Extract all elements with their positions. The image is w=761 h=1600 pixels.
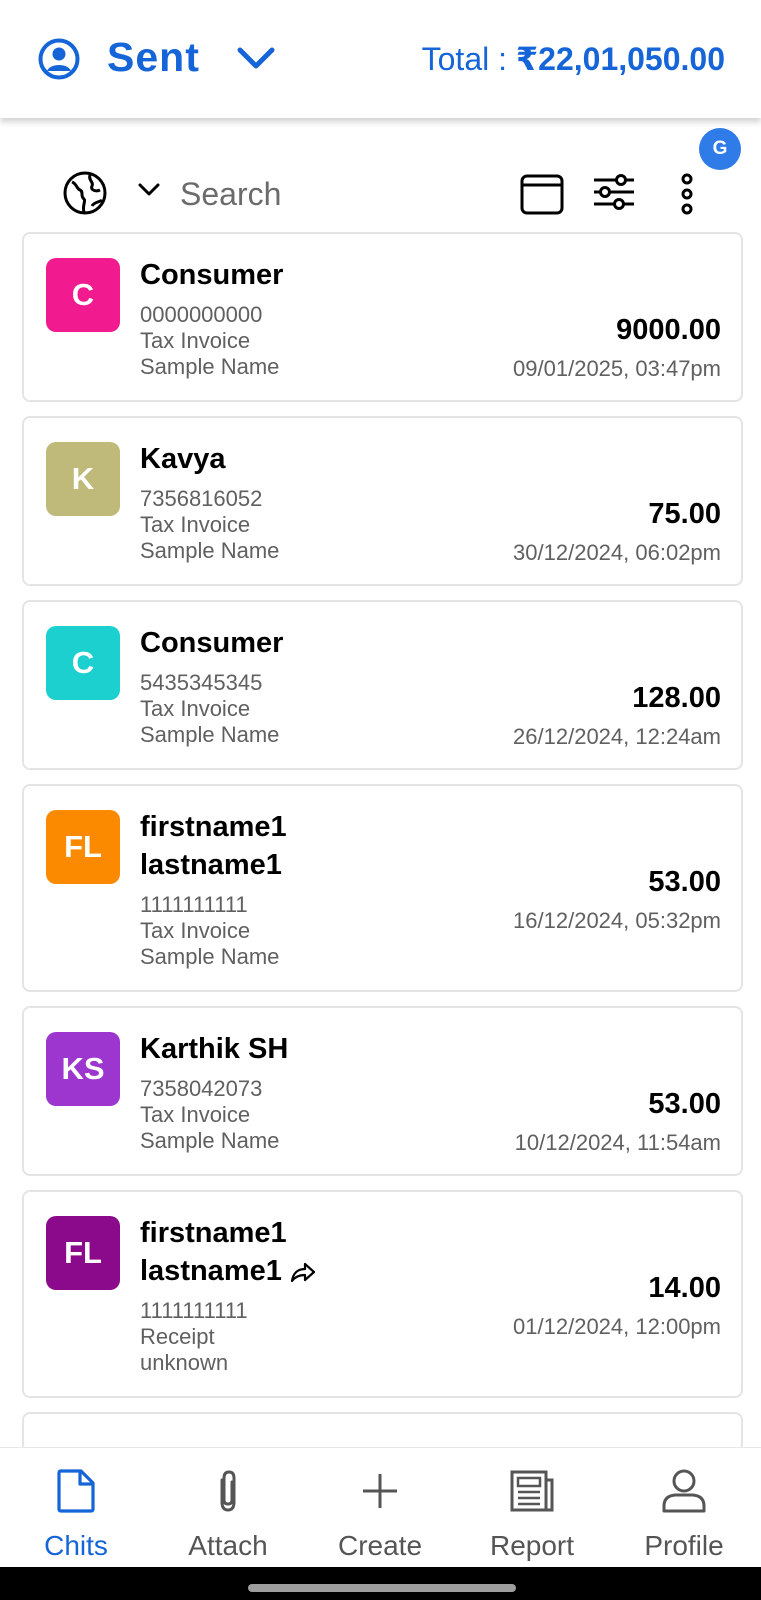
contact-name: firstname1 lastname1 [140, 1214, 370, 1290]
calendar-icon[interactable] [519, 170, 565, 216]
chevron-down-icon[interactable] [236, 44, 276, 72]
invoice-datetime: 09/01/2025, 03:47pm [513, 356, 721, 381]
invoice-amount: 53.00 [648, 1088, 721, 1120]
filter-sliders-icon[interactable] [592, 172, 636, 212]
invoice-card[interactable]: K Kavya 7356816052 Tax Invoice Sample Na… [22, 416, 743, 586]
reference-name: Sample Name [140, 1128, 280, 1153]
invoice-card-partial[interactable] [22, 1412, 743, 1452]
nav-label: Profile [644, 1530, 724, 1561]
reference-name: Sample Name [140, 538, 280, 563]
contact-avatar: C [46, 626, 120, 700]
newspaper-icon [510, 1470, 554, 1512]
nav-label: Attach [188, 1530, 268, 1561]
more-vertical-icon[interactable] [672, 170, 702, 218]
document-icon [57, 1469, 95, 1513]
invoice-card[interactable]: KS Karthik SH 7358042073 Tax Invoice Sam… [22, 1006, 743, 1176]
document-type: Tax Invoice [140, 328, 251, 353]
contact-avatar: FL [46, 1216, 120, 1290]
chevron-down-icon[interactable] [137, 182, 161, 198]
paperclip-icon [220, 1470, 236, 1512]
invoice-amount: 9000.00 [616, 314, 721, 346]
app-header: Sent Total : ₹22,01,050.00 [0, 0, 761, 118]
contact-avatar: K [46, 442, 120, 516]
invoice-amount: 53.00 [648, 866, 721, 898]
invoice-card[interactable]: FL firstname1 lastname1 1111111111 Tax I… [22, 784, 743, 992]
contact-phone: 0000000000 [140, 302, 263, 327]
invoice-datetime: 01/12/2024, 12:00pm [513, 1314, 721, 1339]
invoice-amount: 14.00 [648, 1272, 721, 1304]
contact-avatar: KS [46, 1032, 120, 1106]
document-type: Tax Invoice [140, 512, 251, 537]
contact-phone: 1111111111 [140, 892, 248, 917]
home-gesture-bar[interactable] [248, 1584, 516, 1592]
invoice-card[interactable]: C Consumer 0000000000 Tax Invoice Sample… [22, 232, 743, 402]
invoice-datetime: 26/12/2024, 12:24am [513, 724, 721, 749]
page-title[interactable]: Sent [107, 34, 200, 81]
document-type: Tax Invoice [140, 918, 251, 943]
invoice-datetime: 30/12/2024, 06:02pm [513, 540, 721, 565]
reference-name: unknown [140, 1350, 229, 1375]
invoice-card[interactable]: FL firstname1 lastname1 1111111111 Recei… [22, 1190, 743, 1398]
nav-report[interactable]: Report [456, 1448, 608, 1568]
nav-label: Report [489, 1530, 575, 1561]
nav-chits[interactable]: Chits [0, 1448, 152, 1568]
contact-name: Karthik SH [140, 1033, 289, 1065]
reference-name: Sample Name [140, 944, 280, 969]
invoice-datetime: 16/12/2024, 05:32pm [513, 908, 721, 933]
search-toolbar [0, 160, 761, 230]
nav-label: Create [337, 1530, 423, 1561]
contact-name: Consumer [140, 627, 284, 659]
reference-name: Sample Name [140, 722, 280, 747]
plus-icon [363, 1474, 397, 1508]
nav-profile[interactable]: Profile [608, 1448, 760, 1568]
invoice-datetime: 10/12/2024, 11:54am [514, 1130, 721, 1155]
reference-name: Sample Name [140, 354, 280, 379]
account-circle-icon[interactable] [38, 38, 80, 80]
invoice-amount: 128.00 [632, 682, 721, 714]
document-type: Receipt [140, 1324, 215, 1349]
contact-avatar: C [46, 258, 120, 332]
person-icon [662, 1469, 706, 1513]
document-type: Tax Invoice [140, 696, 251, 721]
invoice-amount: 75.00 [648, 498, 721, 530]
nav-create[interactable]: Create [304, 1448, 456, 1568]
contact-avatar: FL [46, 810, 120, 884]
document-type: Tax Invoice [140, 1102, 251, 1127]
invoice-card[interactable]: C Consumer 5435345345 Tax Invoice Sample… [22, 600, 743, 770]
contact-name: firstname1 lastname1 [140, 811, 287, 881]
contact-phone: 7356816052 [140, 486, 263, 511]
contact-phone: 1111111111 [140, 1298, 248, 1323]
contact-phone: 7358042073 [140, 1076, 263, 1101]
user-avatar[interactable]: G [699, 128, 741, 170]
globe-icon[interactable] [62, 170, 108, 216]
contact-phone: 5435345345 [140, 670, 263, 695]
nav-attach[interactable]: Attach [152, 1448, 304, 1568]
total-amount: Total : ₹22,01,050.00 [421, 41, 725, 77]
bottom-navigation: Chits Attach Create Report Profile [0, 1447, 761, 1567]
contact-name: Consumer [140, 259, 284, 291]
share-forward-icon[interactable] [290, 1261, 316, 1283]
search-input[interactable] [180, 172, 480, 216]
contact-name: Kavya [140, 443, 226, 475]
nav-label: Chits [44, 1530, 108, 1561]
